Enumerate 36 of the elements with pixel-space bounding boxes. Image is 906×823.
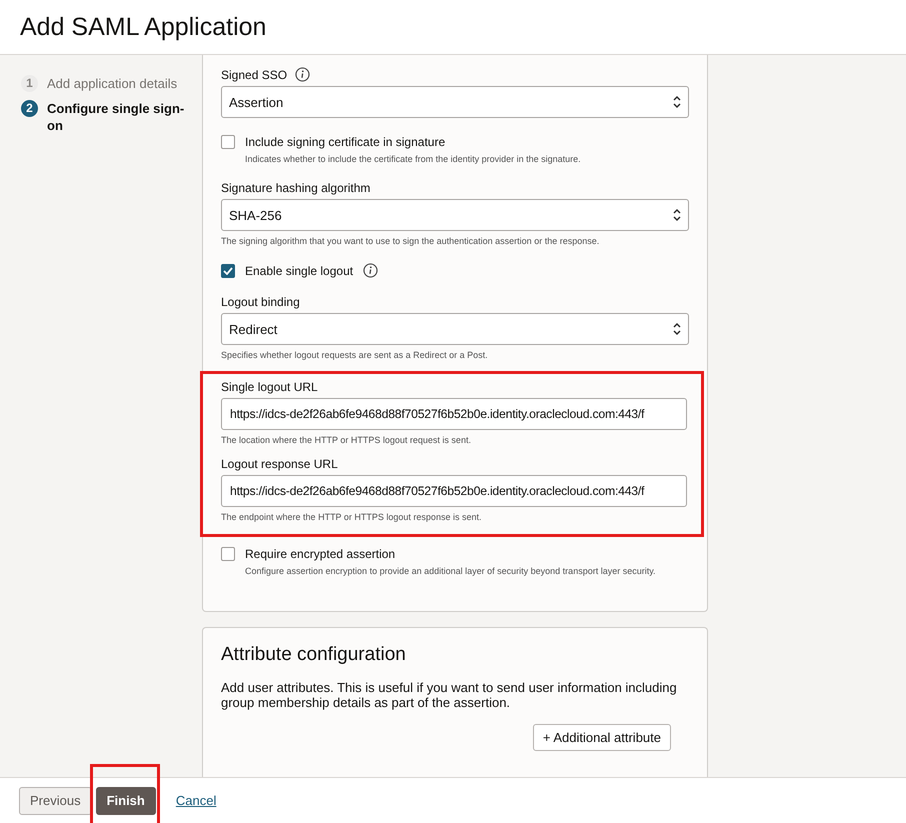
field-label: Logout response URL <box>221 457 338 471</box>
checkbox-label: Enable single logout <box>245 264 354 278</box>
help-text: The endpoint where the HTTP or HTTPS logout response is sent. <box>221 512 482 522</box>
previous-button[interactable]: Previous <box>19 786 92 814</box>
help-text: Configure assertion encryption to provide an additional layer of security beyond transport layer security. <box>244 566 657 576</box>
wizard-step[interactable]: 1 Add application details <box>21 75 202 92</box>
help-text: The signing algorithm that you want to use to sign the authentication assertion or the response. <box>221 236 600 246</box>
select-field[interactable]: Redirect <box>221 313 689 345</box>
chevron-icon <box>672 322 682 336</box>
field-label: Single logout URL <box>221 380 318 394</box>
page-title: Add SAML Application <box>20 12 266 42</box>
select-field[interactable]: SHA-256 <box>221 199 689 231</box>
finish-button[interactable]: Finish <box>96 786 156 814</box>
field-label: Signature hashing algorithm <box>221 181 370 195</box>
chevron-icon <box>672 208 682 222</box>
checkbox[interactable] <box>221 264 235 278</box>
help-text: Indicates whether to include the certificate from the identity provider in the signature. <box>244 154 582 164</box>
field-label: Logout binding <box>221 295 300 309</box>
checkbox[interactable] <box>221 547 235 561</box>
checkbox[interactable] <box>221 135 235 149</box>
field-label: Signed SSO <box>221 68 288 82</box>
section-title: Attribute configuration <box>221 644 407 666</box>
url-field[interactable]: https://idcs-de2f26ab6fe9468d88f70527f6b52b0e.identity.oraclecloud.com:443/f <box>221 475 687 507</box>
chevron-icon <box>672 95 682 109</box>
info-icon[interactable] <box>295 67 310 82</box>
info-icon[interactable] <box>363 263 378 278</box>
wizard-step[interactable]: 2 Configure single sign-on <box>21 100 202 134</box>
cancel-link[interactable]: Cancel <box>166 786 226 814</box>
section-description: Add user attributes. This is useful if you want to send user information including group membership details as part of the assertion. <box>221 680 678 710</box>
checkbox-label: Require encrypted assertion <box>245 547 396 561</box>
help-text: The location where the HTTP or HTTPS logout request is sent. <box>221 435 472 445</box>
select-field[interactable]: Assertion <box>221 86 689 118</box>
help-text: Specifies whether logout requests are sent as a Redirect or a Post. <box>221 350 489 360</box>
add-attribute-button[interactable]: + Additional attribute <box>532 724 671 751</box>
url-field[interactable]: https://idcs-de2f26ab6fe9468d88f70527f6b52b0e.identity.oraclecloud.com:443/f <box>221 398 687 430</box>
checkbox-label: Include signing certificate in signature <box>245 135 446 149</box>
